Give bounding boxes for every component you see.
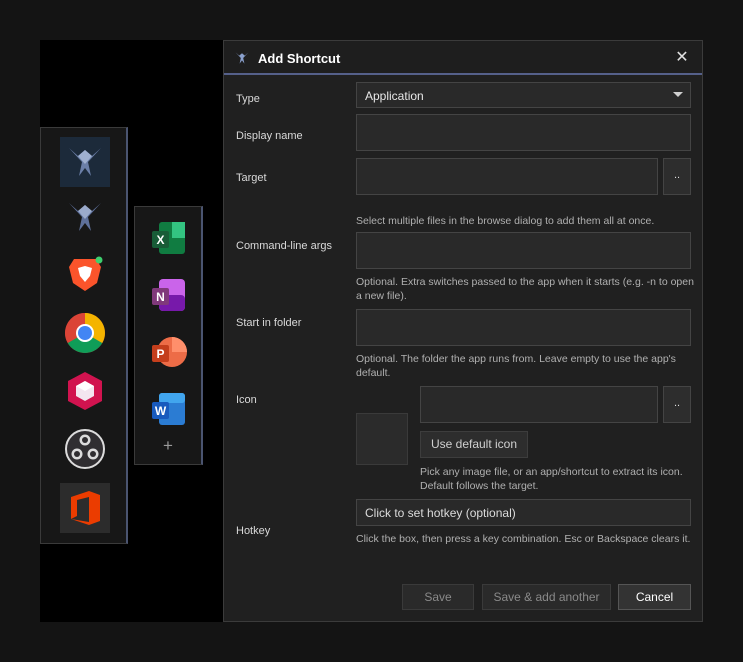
- target-input[interactable]: [356, 158, 658, 195]
- args-hint: Optional. Extra switches passed to the a…: [356, 276, 694, 302]
- icon-preview: [356, 413, 408, 465]
- launcher-logo-icon[interactable]: [60, 137, 110, 187]
- target-hint: Select multiple files in the browse dial…: [356, 215, 655, 227]
- folder-hint: Optional. The folder the app runs from. …: [356, 353, 676, 379]
- cancel-button[interactable]: Cancel: [618, 584, 691, 610]
- save-and-add-another-button[interactable]: Save & add another: [482, 584, 611, 610]
- use-default-icon-button[interactable]: Use default icon: [420, 431, 528, 458]
- powerpoint-letter: P: [156, 347, 164, 361]
- type-select-value: Application: [365, 89, 424, 103]
- word-icon[interactable]: W: [144, 384, 194, 434]
- hotkey-field-value: Click to set hotkey (optional): [365, 506, 516, 520]
- dock-left: [40, 127, 128, 544]
- args-input[interactable]: [356, 232, 691, 269]
- icon-input[interactable]: [420, 386, 658, 423]
- hotkey-field[interactable]: Click to set hotkey (optional): [356, 499, 691, 526]
- icon-hint: Pick any image file, or an app/shortcut …: [420, 466, 683, 492]
- target-browse-button[interactable]: ..: [663, 158, 691, 195]
- chrome-icon[interactable]: [60, 308, 110, 358]
- icon-browse-button[interactable]: ..: [663, 386, 691, 423]
- type-select[interactable]: Application: [356, 82, 691, 108]
- launcher-logo-icon[interactable]: [60, 192, 110, 242]
- display-name-label: Display name: [236, 130, 303, 142]
- dock-right: X N P W +: [134, 206, 203, 465]
- add-app-button[interactable]: +: [135, 436, 201, 456]
- folder-input[interactable]: [356, 309, 691, 346]
- hotkey-hint: Click the box, then press a key combinat…: [356, 533, 691, 545]
- powerpoint-icon[interactable]: P: [144, 327, 194, 377]
- office-icon[interactable]: [60, 483, 110, 533]
- add-shortcut-dialog: Add Shortcut ✕ Type Application Display …: [223, 40, 703, 622]
- onenote-icon[interactable]: N: [144, 270, 194, 320]
- display-name-input[interactable]: [356, 114, 691, 151]
- close-button[interactable]: ✕: [673, 47, 691, 67]
- folder-label: Start in folder: [236, 317, 302, 329]
- chevron-down-icon: [673, 92, 683, 97]
- dialog-title: Add Shortcut: [258, 51, 341, 66]
- type-label: Type: [236, 93, 260, 105]
- target-label: Target: [236, 172, 267, 184]
- word-letter: W: [155, 404, 167, 418]
- hotkey-label: Hotkey: [236, 525, 271, 537]
- save-button[interactable]: Save: [402, 584, 474, 610]
- hexagon-app-icon[interactable]: [60, 366, 110, 416]
- launcher-logo-icon: [234, 50, 250, 71]
- obs-studio-icon[interactable]: [60, 424, 110, 474]
- onenote-letter: N: [156, 290, 165, 304]
- dialog-titlebar: Add Shortcut ✕: [224, 41, 702, 75]
- icon-label: Icon: [236, 394, 257, 406]
- brave-browser-icon[interactable]: [60, 249, 110, 299]
- args-label: Command-line args: [236, 240, 332, 252]
- excel-letter: X: [156, 233, 164, 247]
- excel-icon[interactable]: X: [144, 213, 194, 263]
